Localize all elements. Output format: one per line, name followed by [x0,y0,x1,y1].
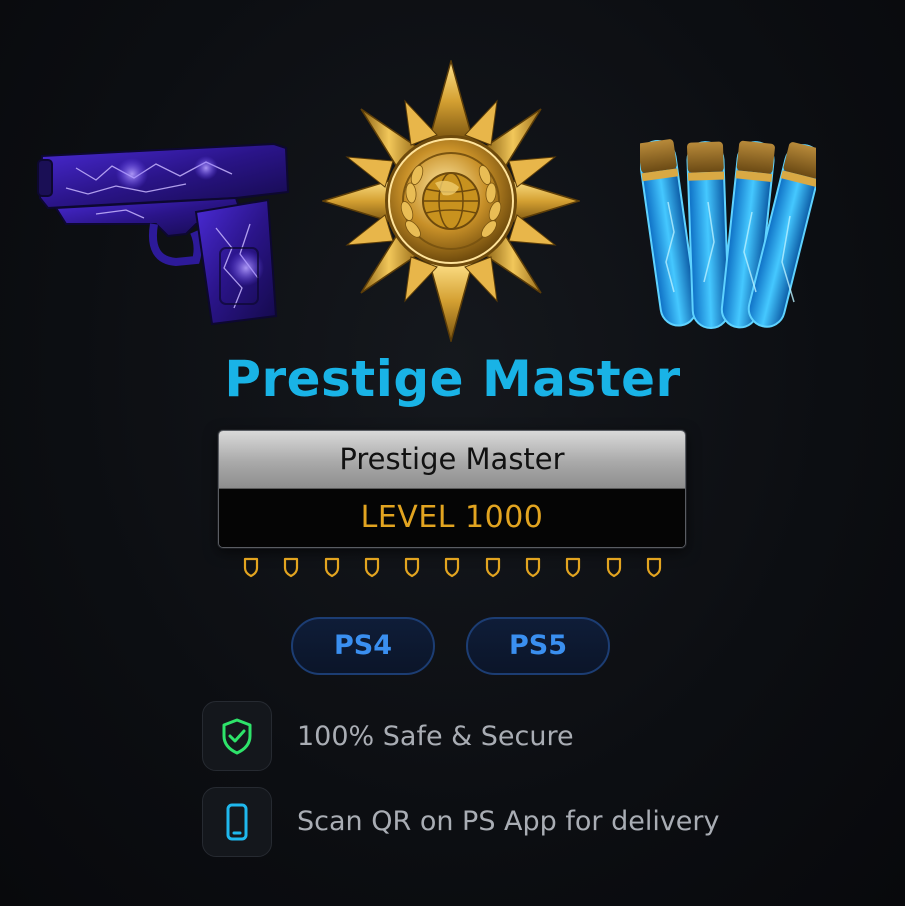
rank-shield-row [240,556,665,580]
rank-shield-icon [485,557,500,578]
rank-shield-icon [606,557,621,578]
level-label: LEVEL 1000 [219,489,685,547]
rank-shield-icon [324,557,339,578]
rank-shield-icon [364,557,379,578]
rank-shield-icon [243,557,259,578]
pistol-icon [37,142,290,326]
feature-safe-text: 100% Safe & Secure [297,721,574,752]
rank-shield-icon [646,557,662,578]
feature-safe-icon-box [202,701,272,771]
prestige-emblem-icon [322,60,580,342]
feature-qr-icon-box [202,787,272,857]
rank-plate-label: Prestige Master [219,431,685,489]
platform-ps4-button[interactable]: PS4 [291,617,435,675]
rank-shield-icon [284,557,299,578]
phone-icon [226,803,248,841]
platform-ps5-button[interactable]: PS5 [466,617,610,675]
rank-shield-icon [405,557,420,578]
rank-shield-icon [566,557,581,578]
vials-icon [640,139,816,330]
rank-shield-icon [525,557,541,578]
page-title: Prestige Master [224,350,681,408]
rank-shield-icon [445,557,460,578]
feature-qr-text: Scan QR on PS App for delivery [297,806,720,837]
shield-check-icon [222,718,252,755]
rank-plate: Prestige Master LEVEL 1000 [218,430,686,548]
